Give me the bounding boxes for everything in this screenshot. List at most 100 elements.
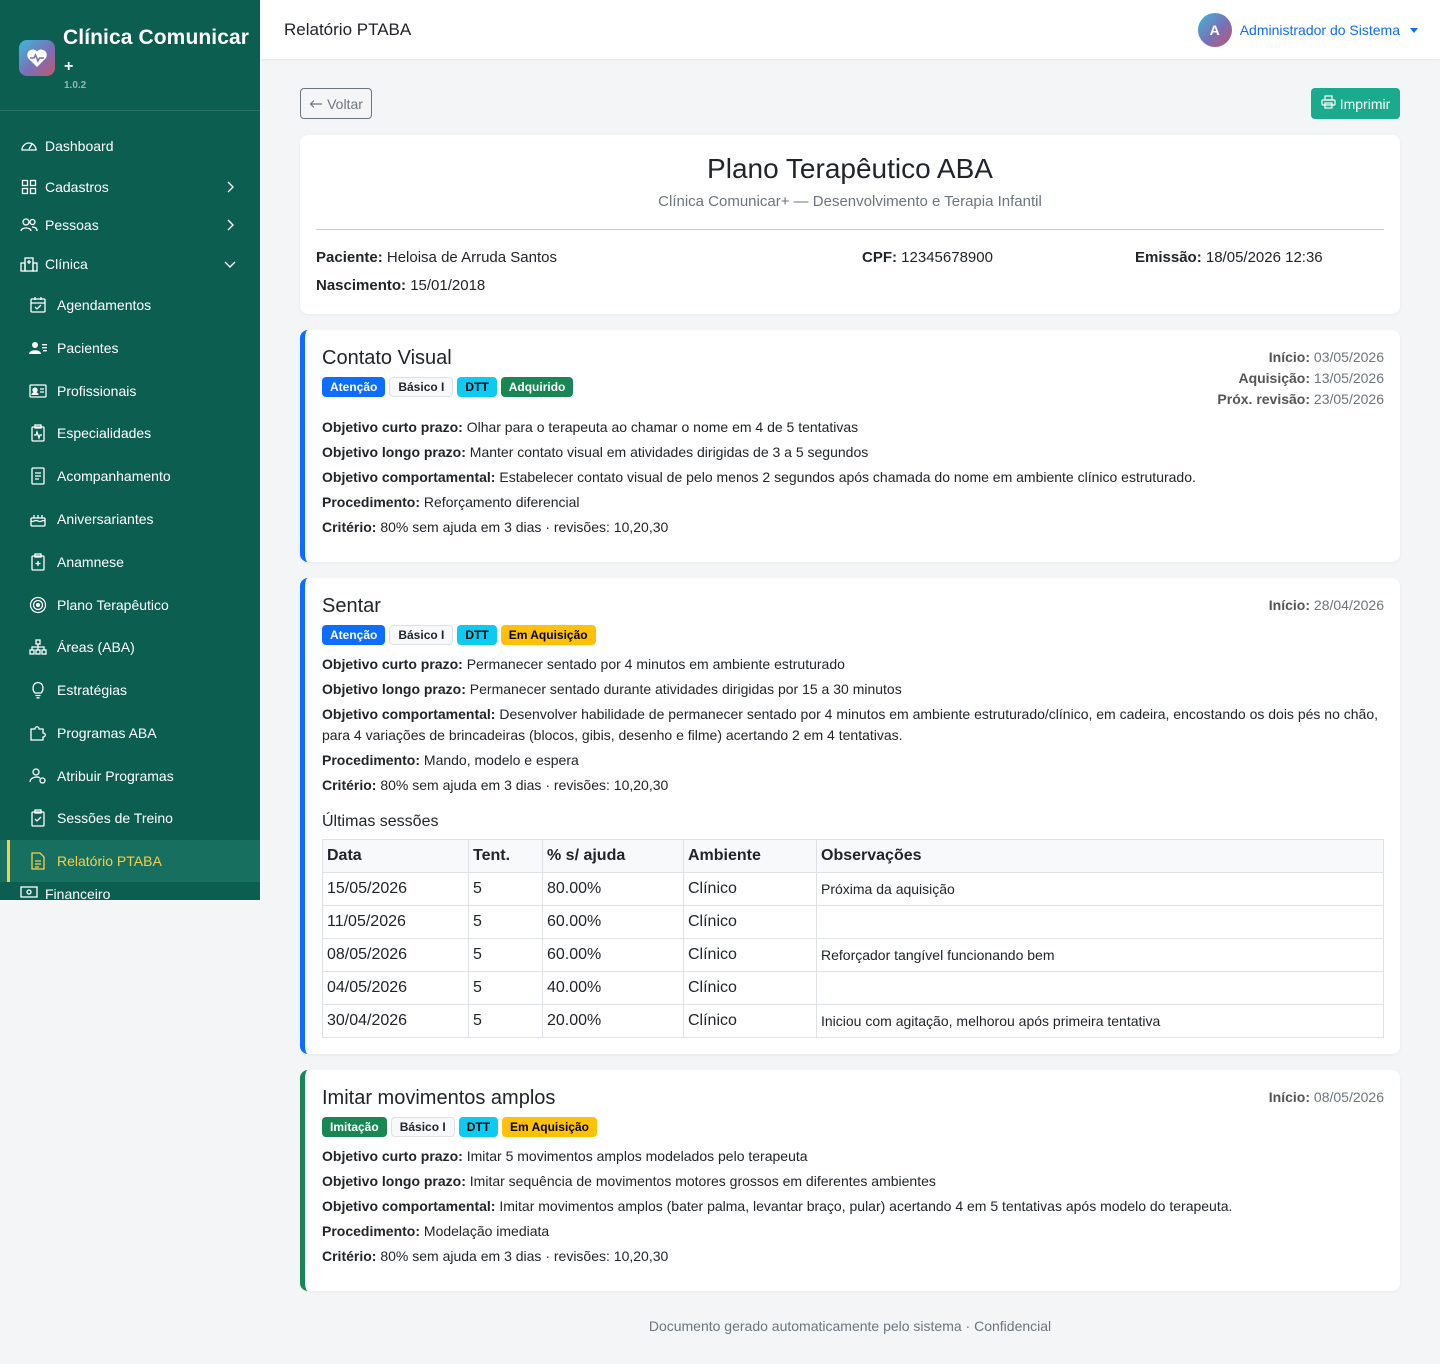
- sidebar-item-label: Sessões de Treino: [57, 810, 173, 826]
- date-cell: 08/05/2026: [322, 938, 469, 972]
- user-menu[interactable]: A Administrador do Sistema: [1197, 13, 1418, 47]
- behavioral-goal-label: Objetivo comportamental:: [322, 469, 496, 485]
- person-lines-icon: [28, 338, 48, 358]
- sessions-table: Data Tent. % s/ ajuda Ambiente Observaçõ…: [322, 839, 1384, 1038]
- sidebar-item-pessoas[interactable]: Pessoas: [0, 205, 260, 245]
- status-badge: Em Aquisição: [502, 1117, 597, 1137]
- sidebar-item-dashboard[interactable]: Dashboard: [0, 126, 260, 166]
- cake-icon: [28, 509, 48, 529]
- sidebar-item-clinica[interactable]: Clínica: [0, 244, 260, 284]
- program-title: Sentar: [322, 595, 381, 617]
- start-label: Início:: [1268, 349, 1311, 365]
- short-goal: Olhar para o terapeuta ao chamar o nome …: [466, 419, 859, 435]
- sidebar-item-label: Agendamentos: [57, 297, 152, 313]
- criterion-label: Critério:: [322, 519, 377, 535]
- sidebar-item-especialidades[interactable]: Especialidades: [0, 413, 260, 453]
- sidebar-item-aniversariantes[interactable]: Aniversariantes: [0, 499, 260, 539]
- sidebar-item-cadastros[interactable]: Cadastros: [0, 167, 260, 207]
- long-goal: Permanecer sentado durante atividades di…: [469, 681, 902, 697]
- caret-down-icon[interactable]: [1410, 27, 1418, 33]
- sidebar-item-label: Anamnese: [57, 554, 124, 570]
- sidebar-item-acompanhamento[interactable]: Acompanhamento: [0, 456, 260, 496]
- sidebar-item-financeiro[interactable]: Financeiro: [0, 882, 260, 900]
- criterion: 80% sem ajuda em 3 dias · revisões: 10,2…: [380, 1248, 669, 1264]
- back-label: Voltar: [327, 95, 363, 112]
- bullseye-icon: [28, 595, 48, 615]
- environment-cell: Clínico: [683, 1004, 817, 1038]
- chevron-down-icon: [220, 254, 240, 274]
- table-row: 15/05/2026 5 80.00% Clínico Próxima da a…: [322, 872, 1384, 906]
- sidebar-item-label: Dashboard: [45, 138, 114, 154]
- sidebar-item-agendamentos[interactable]: Agendamentos: [0, 285, 260, 325]
- sidebar-item-areas-aba[interactable]: Áreas (ABA): [0, 627, 260, 667]
- sidebar-item-sessoes-treino[interactable]: Sessões de Treino: [0, 798, 260, 838]
- footer-note: Documento gerado automaticamente pelo si…: [648, 1318, 1052, 1334]
- page-title: Relatório PTABA: [284, 20, 412, 39]
- table-row: 11/05/2026 5 60.00% Clínico: [322, 905, 1384, 939]
- avatar[interactable]: A: [1197, 13, 1232, 47]
- criterion: 80% sem ajuda em 3 dias · revisões: 10,2…: [380, 519, 669, 535]
- start-label: Início:: [1268, 1089, 1311, 1105]
- criterion-label: Critério:: [322, 1248, 377, 1264]
- clipboard-pulse-icon: [28, 423, 48, 443]
- attempts-cell: 5: [468, 872, 543, 906]
- behavioral-goal: Imitar movimentos amplos (bater palma, l…: [499, 1198, 1233, 1214]
- procedure-label: Procedimento:: [322, 494, 421, 510]
- environment-cell: Clínico: [683, 905, 817, 939]
- birth-label: Nascimento:: [316, 277, 407, 294]
- user-name[interactable]: Administrador do Sistema: [1240, 22, 1400, 38]
- procedure-label: Procedimento:: [322, 1223, 421, 1239]
- sidebar-item-programas-aba[interactable]: Programas ABA: [0, 713, 260, 753]
- brand-name[interactable]: Clínica Comunicar: [63, 26, 249, 50]
- person-gear-icon: [28, 766, 48, 786]
- sidebar-item-atribuir-programas[interactable]: Atribuir Programas: [0, 756, 260, 796]
- next-review-label: Próx. revisão:: [1217, 391, 1311, 407]
- column-header: Tent.: [468, 839, 543, 873]
- sidebar-item-profissionais[interactable]: Profissionais: [0, 371, 260, 411]
- column-header: Ambiente: [683, 839, 817, 873]
- people-icon: [19, 215, 39, 235]
- table-row: 30/04/2026 5 20.00% Clínico Iniciou com …: [322, 1004, 1384, 1038]
- sidebar-item-anamnese[interactable]: Anamnese: [0, 542, 260, 582]
- acquisition-label: Aquisição:: [1238, 370, 1311, 386]
- sidebar-item-label: Pessoas: [45, 217, 99, 233]
- notes-cell: [816, 905, 1384, 939]
- column-header: Observações: [816, 839, 1384, 873]
- area-badge: Imitação: [322, 1117, 387, 1137]
- sidebar-item-relatorio-ptaba[interactable]: Relatório PTABA: [0, 840, 260, 882]
- puzzle-icon: [28, 723, 48, 743]
- print-button[interactable]: Imprimir: [1311, 88, 1400, 119]
- table-row: 08/05/2026 5 60.00% Clínico Reforçador t…: [322, 938, 1384, 972]
- attempts-cell: 5: [468, 938, 543, 972]
- start-date: 03/05/2026: [1313, 349, 1384, 365]
- date-cell: 15/05/2026: [322, 872, 469, 906]
- speedometer-icon: [19, 136, 39, 156]
- start-date: 08/05/2026: [1313, 1089, 1384, 1105]
- program-details: Objetivo curto prazo: Permanecer sentado…: [322, 654, 1380, 800]
- patient-info: Paciente: Heloisa de Arruda Santos: [316, 249, 557, 266]
- sidebar-item-pacientes[interactable]: Pacientes: [0, 328, 260, 368]
- program-badges: Atenção Básico I DTT Em Aquisição: [322, 625, 596, 645]
- short-goal-label: Objetivo curto prazo:: [322, 419, 463, 435]
- sidebar-item-estrategias[interactable]: Estratégias: [0, 670, 260, 710]
- program-details: Objetivo curto prazo: Imitar 5 movimento…: [322, 1146, 1380, 1271]
- back-button[interactable]: Voltar: [300, 88, 372, 119]
- sidebar-item-label: Áreas (ABA): [57, 639, 135, 655]
- long-goal-label: Objetivo longo prazo:: [322, 444, 466, 460]
- sidebar-item-plano-terapeutico[interactable]: Plano Terapêutico: [0, 585, 260, 625]
- chevron-right-icon: [220, 215, 240, 235]
- table-header-row: Data Tent. % s/ ajuda Ambiente Observaçõ…: [322, 839, 1384, 873]
- hospital-icon: [19, 254, 39, 274]
- birth-value: 15/01/2018: [410, 277, 486, 294]
- sidebar-item-label: Aniversariantes: [57, 511, 154, 527]
- document-subtitle: Clínica Comunicar+ — Desenvolvimento e T…: [658, 193, 1042, 210]
- procedure-label: Procedimento:: [322, 752, 421, 768]
- sidebar-item-label: Programas ABA: [57, 725, 157, 741]
- notes-cell: [816, 971, 1384, 1005]
- chevron-right-icon: [220, 177, 240, 197]
- printer-icon: [1321, 95, 1336, 112]
- topbar: Relatório PTABA A Administrador do Siste…: [260, 0, 1440, 59]
- patient-label: Paciente:: [316, 249, 383, 266]
- program-dates: Início: 08/05/2026: [1269, 1087, 1384, 1108]
- sidebar-item-label: Plano Terapêutico: [57, 597, 169, 613]
